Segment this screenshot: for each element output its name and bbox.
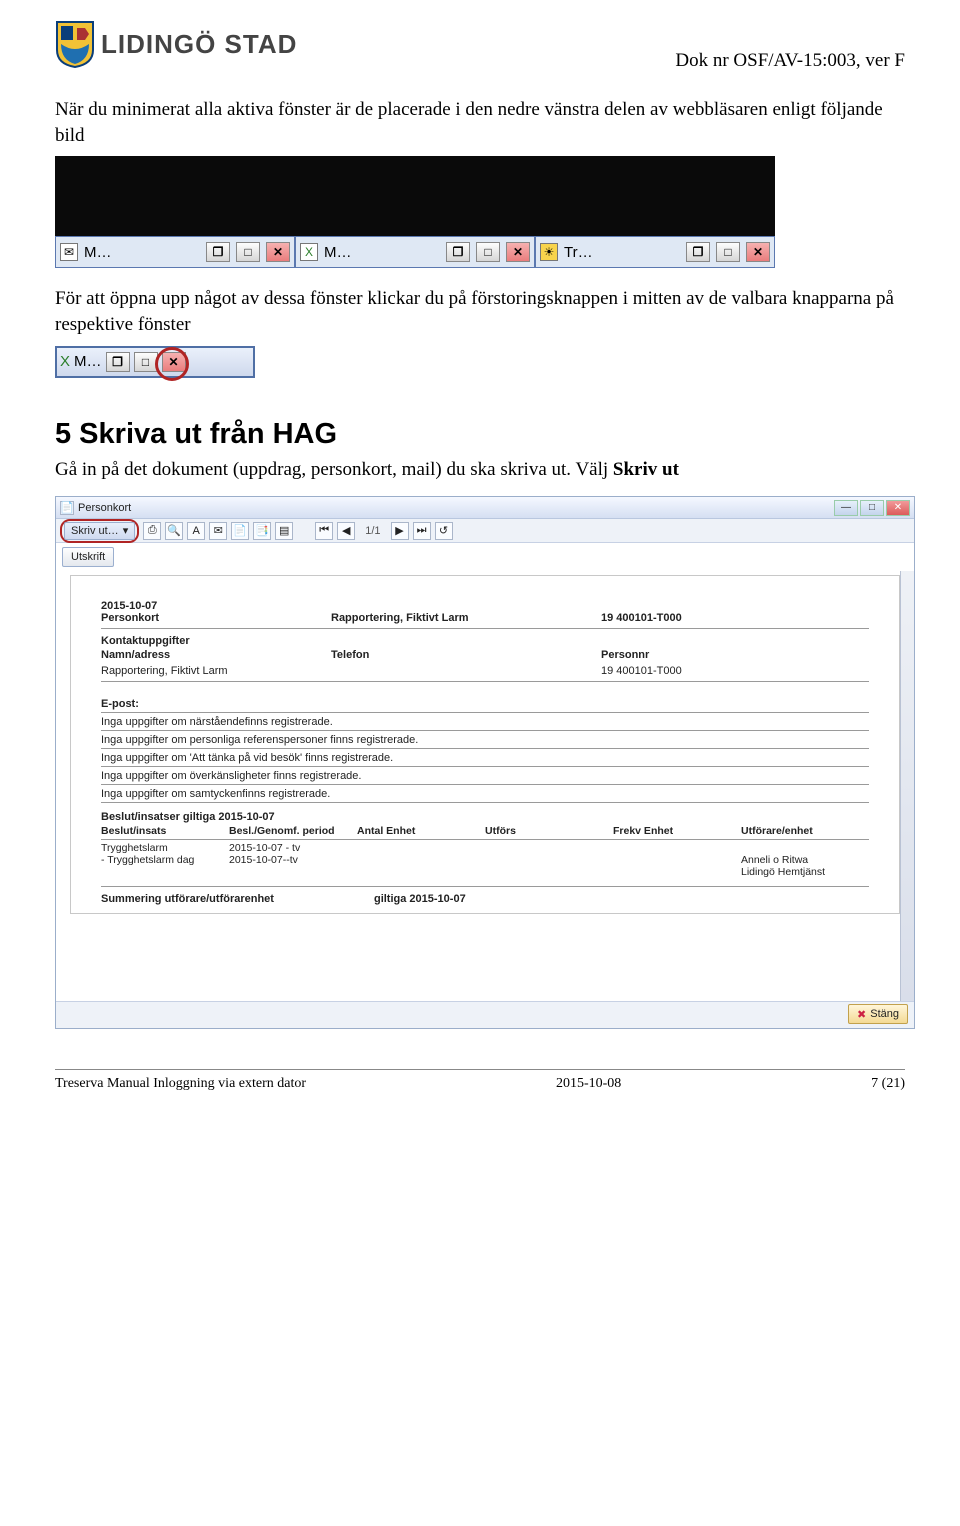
footer-left: Treserva Manual Inloggning via extern da… [55, 1076, 306, 1092]
minimize-icon[interactable]: — [834, 500, 858, 516]
info-row: Inga uppgifter om 'Att tänka på vid besö… [101, 749, 869, 767]
section-label: Kontaktuppgifter [101, 635, 869, 647]
info-row: Inga uppgifter om personliga referensper… [101, 731, 869, 749]
page-header: LIDINGÖ STAD Dok nr OSF/AV-15:003, ver F [55, 20, 905, 72]
brand-logo: LIDINGÖ STAD [55, 20, 297, 68]
toolbar: Skriv ut…▾ ⎙ 🔍 A ✉ 📄 📑 ▤ ⏮ ◀ 1/1 ▶ ⏭ ↺ [56, 519, 914, 543]
app-icon: X [60, 353, 70, 370]
task-item-3[interactable]: ☀ Tr… ❐ □ ✕ [535, 236, 775, 268]
scrollbar-vertical[interactable] [900, 571, 914, 1001]
doc-icon: 📄 [60, 501, 74, 515]
toolbar-icon[interactable]: 🔍 [165, 522, 183, 540]
paragraph-3: Gå in på det dokument (uppdrag, personko… [55, 457, 905, 483]
close-icon[interactable]: ✕ [506, 242, 530, 262]
task-label: M… [74, 353, 102, 370]
restore-down-icon[interactable]: ❐ [106, 352, 130, 372]
toolbar-icon[interactable]: ⎙ [143, 522, 161, 540]
close-button[interactable]: ✖ Stäng [848, 1004, 908, 1024]
epost-label: E-post: [101, 682, 869, 713]
toolbar-icon[interactable]: ↺ [435, 522, 453, 540]
footer-date: 2015-10-08 [556, 1076, 621, 1092]
restore-down-icon[interactable]: ❐ [686, 242, 710, 262]
chevron-down-icon: ▾ [123, 524, 129, 537]
restore-down-icon[interactable]: ❐ [206, 242, 230, 262]
section-heading: 5 Skriva ut från HAG [55, 418, 905, 451]
first-page-icon[interactable]: ⏮ [315, 522, 333, 540]
task-item-zoom[interactable]: X M… ❐ □ ✕ [55, 346, 255, 378]
toolbar-icon[interactable]: ▤ [275, 522, 293, 540]
doc-date: 2015-10-07 [101, 600, 869, 612]
info-row: Inga uppgifter om överkänsligheter finns… [101, 767, 869, 785]
task-item-1[interactable]: ✉ M… ❐ □ ✕ [55, 236, 295, 268]
toolbar-icon[interactable]: 📑 [253, 522, 271, 540]
maximize-icon[interactable]: □ [134, 352, 158, 372]
task-label: M… [84, 244, 200, 261]
info-row: Inga uppgifter om samtyckenfinns registr… [101, 785, 869, 803]
section-label: Beslut/insatser giltiga 2015-10-07 [101, 811, 869, 823]
taskbar-screenshot: ✉ M… ❐ □ ✕ X M… ❐ □ ✕ ☀ Tr… ❐ □ ✕ [55, 156, 905, 268]
task-label: M… [324, 244, 440, 261]
restore-down-icon[interactable]: ❐ [446, 242, 470, 262]
shield-icon [55, 20, 95, 68]
page-footer: Treserva Manual Inloggning via extern da… [55, 1069, 905, 1112]
doc-number: Dok nr OSF/AV-15:003, ver F [675, 50, 905, 72]
maximize-icon[interactable]: □ [716, 242, 740, 262]
paragraph-2: För att öppna upp något av dessa fönster… [55, 286, 905, 337]
paragraph-1: När du minimerat alla aktiva fönster är … [55, 97, 905, 148]
task-label: Tr… [564, 244, 680, 261]
maximize-icon[interactable]: □ [236, 242, 260, 262]
app-window: 📄 Personkort — □ ✕ Skriv ut…▾ ⎙ 🔍 A ✉ 📄 … [55, 496, 915, 1029]
document-viewport: 2015-10-07 Personkort Rapportering, Fikt… [56, 571, 914, 1001]
task-item-2[interactable]: X M… ❐ □ ✕ [295, 236, 535, 268]
app-icon: ✉ [60, 243, 78, 261]
window-title: Personkort [78, 502, 131, 514]
print-dropdown[interactable]: Skriv ut…▾ [64, 522, 135, 540]
footer-page: 7 (21) [871, 1076, 905, 1092]
highlight-circle [155, 347, 189, 381]
brand-text: LIDINGÖ STAD [101, 29, 297, 60]
maximize-icon[interactable]: □ [860, 500, 884, 516]
close-icon[interactable]: ✕ [746, 242, 770, 262]
next-page-icon[interactable]: ▶ [391, 522, 409, 540]
last-page-icon[interactable]: ⏭ [413, 522, 431, 540]
info-row: Inga uppgifter om närståendefinns regist… [101, 713, 869, 731]
highlight-circle: Skriv ut…▾ [60, 519, 139, 543]
app-icon: X [300, 243, 318, 261]
print-button[interactable]: Utskrift [62, 547, 114, 567]
maximize-icon[interactable]: □ [476, 242, 500, 262]
toolbar-icon[interactable]: A [187, 522, 205, 540]
titlebar: 📄 Personkort — □ ✕ [56, 497, 914, 519]
close-icon[interactable]: ✕ [886, 500, 910, 516]
prev-page-icon[interactable]: ◀ [337, 522, 355, 540]
toolbar-icon[interactable]: 📄 [231, 522, 249, 540]
app-icon: ☀ [540, 243, 558, 261]
page-indicator: 1/1 [359, 525, 386, 537]
toolbar-icon[interactable]: ✉ [209, 522, 227, 540]
close-icon[interactable]: ✕ [266, 242, 290, 262]
close-icon: ✖ [857, 1008, 866, 1021]
